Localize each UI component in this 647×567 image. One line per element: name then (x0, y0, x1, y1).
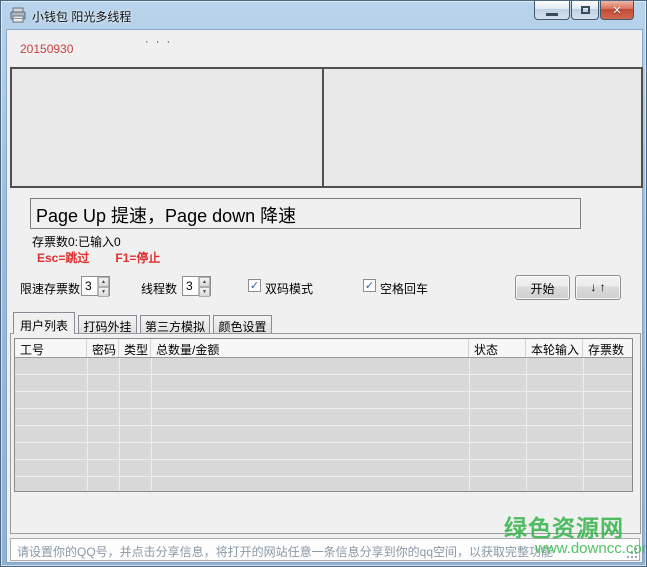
date-label: 20150930 (20, 42, 74, 56)
maximize-button[interactable] (571, 1, 599, 20)
space-enter-label[interactable]: 空格回车 (380, 280, 428, 297)
limit-label: 限速存票数 (20, 282, 81, 296)
threads-spinner-arrows: ▲ ▼ (198, 277, 210, 297)
tab-third-party[interactable]: 第三方模拟 (140, 315, 210, 334)
col-header-password[interactable]: 密码 (87, 339, 119, 357)
dual-code-checkbox[interactable]: ✓ (248, 279, 261, 292)
limit-value[interactable]: 3 (82, 277, 97, 295)
close-button[interactable]: ✕ (600, 1, 634, 20)
arrows-button[interactable]: ↓ ↑ (575, 275, 621, 300)
preview-panel-left (10, 67, 324, 188)
check-icon: ✓ (364, 280, 375, 292)
col-header-status[interactable]: 状态 (469, 339, 526, 357)
col-header-tickets[interactable]: 存票数 (583, 339, 632, 357)
tab-color-settings[interactable]: 颜色设置 (213, 315, 272, 334)
grid-line (583, 358, 584, 491)
client-area: 20150930 · · · Page Up 提速，Page down 降速 存… (6, 29, 646, 563)
app-window: 小钱包 阳光多线程 ✕ 20150930 · · · Page Up 提速，Pa… (0, 0, 647, 567)
tab-user-list[interactable]: 用户列表 (13, 312, 75, 334)
watermark-site-name: 绿色资源网 (504, 515, 624, 541)
caption-buttons: ✕ (533, 1, 634, 20)
minimize-button[interactable] (534, 1, 570, 20)
dots-label: · · · (145, 36, 173, 48)
minimize-icon (546, 12, 558, 16)
threads-value[interactable]: 3 (183, 277, 198, 295)
grid-line (119, 358, 120, 491)
hotkey-hints: Esc=跳过 F1=停止 (37, 249, 186, 266)
window-title: 小钱包 阳光多线程 (32, 10, 132, 24)
col-header-round-input[interactable]: 本轮输入 (526, 339, 583, 357)
space-enter-checkbox[interactable]: ✓ (363, 279, 376, 292)
status-text: 请设置你的QQ号，并点击分享信息，将打开的网站任意一条信息分享到你的qq空间，以… (17, 545, 554, 559)
check-icon: ✓ (249, 280, 260, 292)
spinner-up-icon[interactable]: ▲ (98, 277, 109, 287)
speed-hint-box: Page Up 提速，Page down 降速 (30, 198, 581, 229)
tab-code-plugin[interactable]: 打码外挂 (78, 315, 137, 334)
esc-hint: Esc=跳过 (37, 251, 90, 265)
grid-line (526, 358, 527, 491)
table-header-row: 工号 密码 类型 总数量/金额 状态 本轮输入 存票数 (15, 339, 632, 358)
table-body[interactable] (15, 358, 632, 491)
col-header-id[interactable]: 工号 (15, 339, 87, 357)
f1-hint: F1=停止 (115, 251, 161, 265)
dual-code-label[interactable]: 双码模式 (265, 280, 313, 297)
ticket-count-text: 存票数0:已输入0 (32, 235, 121, 249)
grid-line (469, 358, 470, 491)
titlebar[interactable]: 小钱包 阳光多线程 ✕ (1, 1, 646, 29)
app-icon (10, 7, 26, 23)
start-button[interactable]: 开始 (515, 275, 570, 300)
threads-spinner[interactable]: 3 ▲ ▼ (182, 276, 211, 297)
maximize-icon (580, 6, 590, 14)
threads-label: 线程数 (141, 282, 178, 296)
spinner-down-icon[interactable]: ▼ (98, 287, 109, 297)
spinner-up-icon[interactable]: ▲ (199, 277, 210, 287)
user-table: 工号 密码 类型 总数量/金额 状态 本轮输入 存票数 (14, 338, 633, 492)
watermark-site-url: www.downcc.com (535, 540, 647, 557)
close-icon: ✕ (612, 4, 622, 17)
col-header-type[interactable]: 类型 (119, 339, 151, 357)
limit-spinner-arrows: ▲ ▼ (97, 277, 109, 297)
preview-panel-right (322, 67, 643, 188)
limit-spinner[interactable]: 3 ▲ ▼ (81, 276, 110, 297)
grid-line (87, 358, 88, 491)
col-header-amount[interactable]: 总数量/金额 (151, 339, 469, 357)
grid-line (151, 358, 152, 491)
spinner-down-icon[interactable]: ▼ (199, 287, 210, 297)
